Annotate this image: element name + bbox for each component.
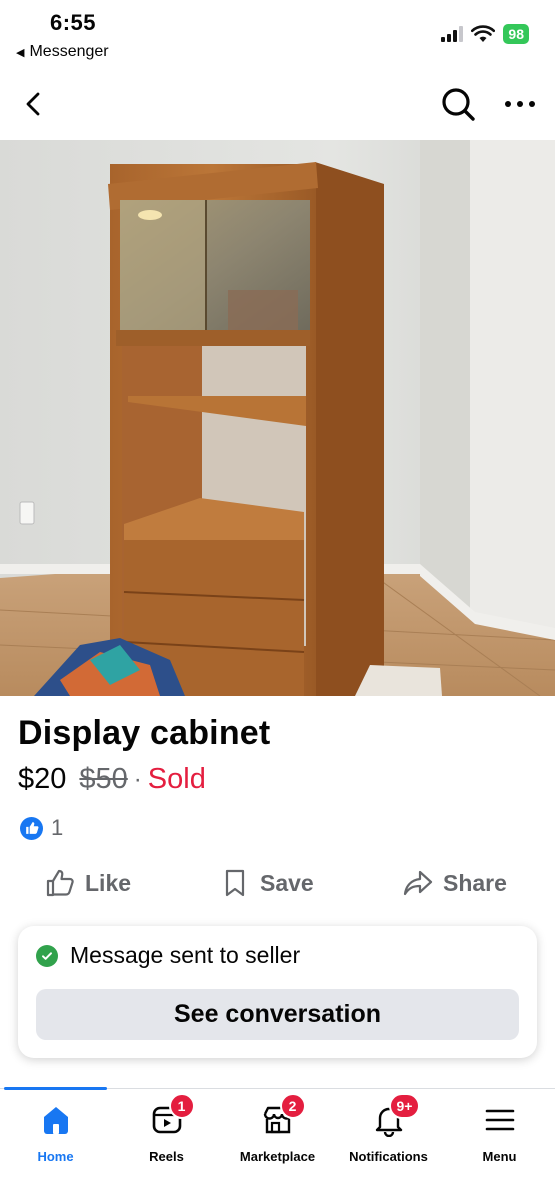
more-icon[interactable] xyxy=(500,86,540,122)
tab-label: Menu xyxy=(482,1149,517,1164)
tab-label: Marketplace xyxy=(239,1149,316,1164)
back-arrow-icon[interactable] xyxy=(16,86,52,122)
marketplace-badge: 2 xyxy=(279,1093,306,1119)
like-reaction-icon xyxy=(20,816,43,840)
battery-indicator: 98 xyxy=(503,24,529,44)
message-sent-text: Message sent to seller xyxy=(70,942,301,968)
save-button[interactable]: Save xyxy=(220,868,314,898)
like-icon xyxy=(46,869,74,897)
original-price: $50 xyxy=(79,763,128,795)
share-label: Share xyxy=(443,869,507,896)
back-triangle-icon: ◀ xyxy=(16,46,25,59)
message-sent-card: Message sent to seller See conversation xyxy=(18,926,537,1058)
like-label: Like xyxy=(85,869,132,896)
menu-icon xyxy=(485,1109,514,1131)
like-count: 1 xyxy=(51,815,64,840)
tab-label: Notifications xyxy=(349,1149,428,1164)
tab-reels[interactable]: 1 Reels xyxy=(111,1093,222,1171)
sold-status: Sold xyxy=(147,763,206,795)
bottom-tab-bar: Home 1 Reels 2 Marketplace 9+ Notificati… xyxy=(0,1087,555,1200)
price-separator: · xyxy=(133,765,142,793)
tab-marketplace[interactable]: 2 Marketplace xyxy=(222,1093,333,1171)
see-conversation-button[interactable]: See conversation xyxy=(36,989,519,1040)
tab-notifications[interactable]: 9+ Notifications xyxy=(333,1093,444,1171)
notifications-badge: 9+ xyxy=(388,1093,421,1119)
status-bar: 6:55 ◀ Messenger 98 xyxy=(0,0,555,72)
wifi-icon xyxy=(471,25,496,42)
cellular-signal-icon xyxy=(441,26,464,42)
active-tab-indicator xyxy=(4,1087,107,1090)
share-icon xyxy=(403,870,433,896)
listing-header xyxy=(0,72,555,140)
status-time: 6:55 xyxy=(50,10,97,35)
tab-menu[interactable]: Menu xyxy=(444,1101,555,1171)
search-icon[interactable] xyxy=(438,84,478,124)
listing-photo[interactable] xyxy=(0,140,555,696)
check-icon xyxy=(36,944,58,967)
share-button[interactable]: Share xyxy=(403,868,507,898)
home-icon xyxy=(43,1107,68,1134)
message-sent-notice: Message sent to seller xyxy=(36,942,300,969)
cabinet-photo-image xyxy=(0,140,555,696)
back-to-messenger-link[interactable]: ◀ Messenger xyxy=(16,43,109,61)
listing-price: $20 xyxy=(18,763,67,795)
battery-level: 98 xyxy=(508,26,524,42)
reaction-summary[interactable]: 1 xyxy=(20,815,63,841)
back-app-label: Messenger xyxy=(29,43,109,60)
tab-label: Home xyxy=(37,1149,74,1164)
tab-home[interactable]: Home xyxy=(0,1101,111,1171)
price-row: $20 $50 · Sold xyxy=(18,763,206,796)
save-icon xyxy=(225,869,245,897)
status-indicators: 98 xyxy=(441,24,529,44)
like-button[interactable]: Like xyxy=(45,868,131,898)
listing-title: Display cabinet xyxy=(18,714,271,752)
action-row: Like Save Share xyxy=(0,860,555,910)
reels-badge: 1 xyxy=(168,1093,195,1119)
tab-label: Reels xyxy=(149,1149,184,1164)
save-label: Save xyxy=(260,869,314,896)
